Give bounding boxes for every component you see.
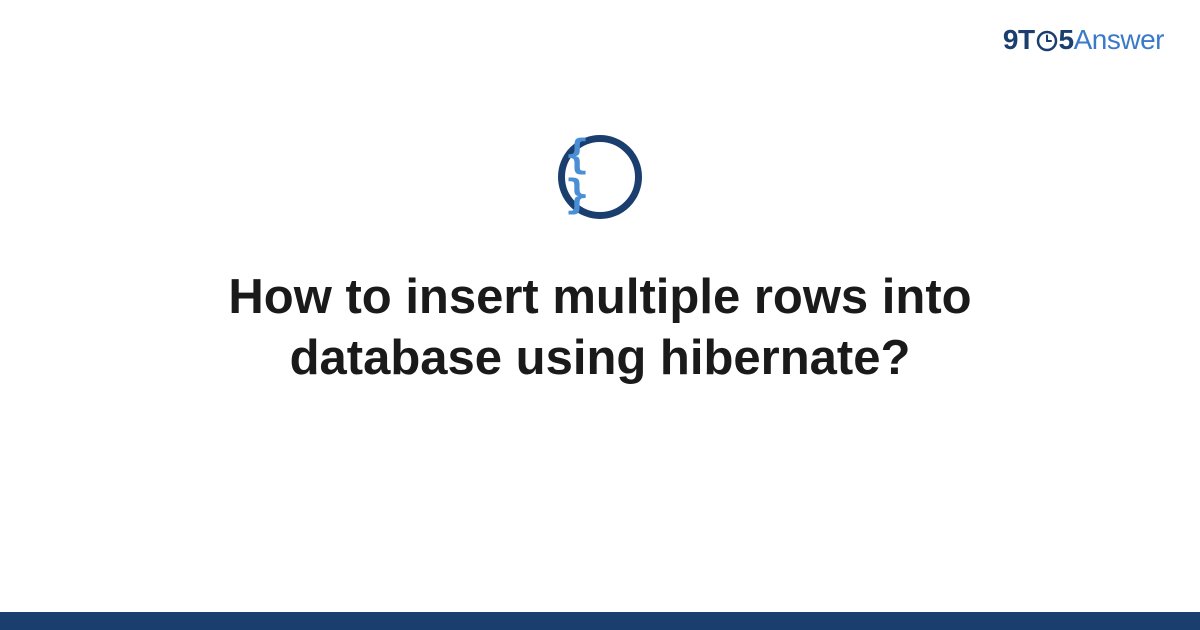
main-content: { } How to insert multiple rows into dat…	[0, 135, 1200, 390]
logo-five: 5	[1059, 24, 1074, 55]
logo-answer: Answer	[1074, 24, 1164, 55]
braces-glyph: { }	[565, 135, 635, 215]
clock-icon	[1036, 27, 1058, 59]
logo-t: T	[1018, 24, 1035, 55]
page-title: How to insert multiple rows into databas…	[150, 267, 1050, 390]
footer-accent-bar	[0, 612, 1200, 630]
site-logo[interactable]: 9T 5Answer	[1003, 24, 1164, 59]
logo-nine: 9	[1003, 24, 1018, 55]
code-braces-icon: { }	[558, 135, 642, 219]
